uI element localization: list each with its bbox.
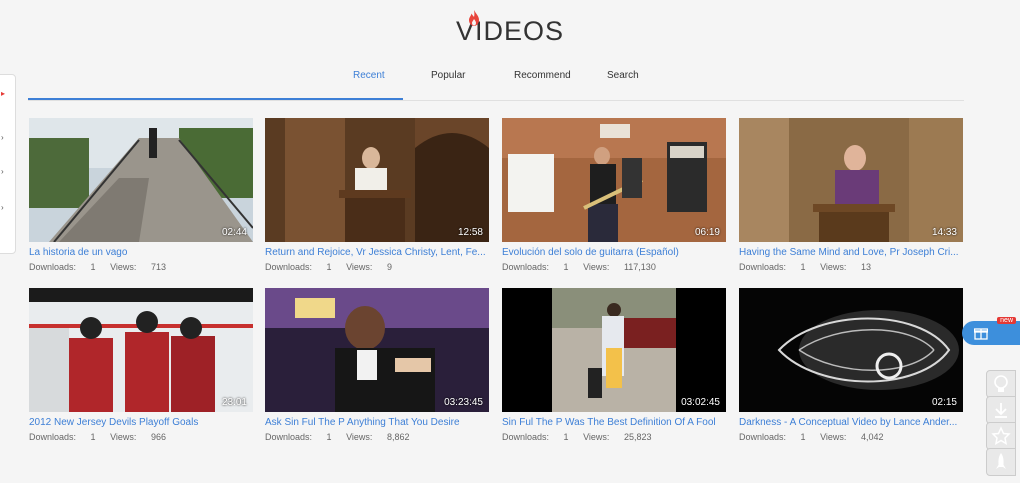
active-tab-indicator — [28, 98, 403, 100]
downloads-count: 1 — [90, 262, 96, 272]
video-stats: Downloads: 1 Views: 9 — [265, 262, 489, 272]
views-label: Views: — [110, 432, 137, 442]
video-duration: 02:44 — [221, 227, 247, 238]
video-title-link[interactable]: Darkness - A Conceptual Video by Lance A… — [739, 417, 963, 428]
views-count: 25,823 — [623, 432, 652, 442]
views-count: 4,042 — [860, 432, 884, 442]
views-label: Views: — [583, 262, 610, 272]
video-stats: Downloads: 1 Views: 25,823 — [502, 432, 726, 442]
downloads-count: 1 — [800, 262, 806, 272]
new-badge: new — [997, 317, 1016, 324]
downloads-label: Downloads: — [265, 262, 313, 272]
favorite-button[interactable] — [986, 422, 1016, 450]
views-label: Views: — [820, 262, 847, 272]
rocket-button[interactable] — [986, 448, 1016, 476]
star-icon — [991, 426, 1011, 445]
views-count: 117,130 — [623, 262, 656, 272]
video-duration: 14:33 — [931, 227, 957, 238]
downloads-count: 1 — [563, 432, 569, 442]
tab-search[interactable]: Search — [607, 70, 639, 81]
tab-recommend[interactable]: Recommend — [514, 70, 571, 81]
video-duration: 03:23:45 — [444, 397, 483, 408]
panel-marker-icon: › — [1, 203, 4, 212]
video-stats: Downloads: 1 Views: 8,862 — [265, 432, 489, 442]
video-stats: Downloads: 1 Views: 13 — [739, 262, 963, 272]
downloads-label: Downloads: — [502, 262, 550, 272]
video-card[interactable]: 03:23:45 Ask Sin Ful The P Anything That… — [265, 288, 489, 442]
downloads-label: Downloads: — [502, 432, 550, 442]
video-stats: Downloads: 1 Views: 4,042 — [739, 432, 963, 442]
gift-button[interactable]: new — [962, 317, 1020, 345]
download-button[interactable] — [986, 396, 1016, 424]
panel-marker-icon: ▸ — [1, 89, 6, 98]
video-title-link[interactable]: Ask Sin Ful The P Anything That You Desi… — [265, 417, 489, 428]
video-title-link[interactable]: Having the Same Mind and Love, Pr Joseph… — [739, 247, 963, 258]
views-label: Views: — [346, 262, 373, 272]
video-title-link[interactable]: 2012 New Jersey Devils Playoff Goals — [29, 417, 253, 428]
lightbulb-button[interactable] — [986, 370, 1016, 398]
video-thumbnail[interactable]: 06:19 — [502, 118, 726, 242]
video-duration: 06:19 — [694, 227, 720, 238]
video-duration: 12:58 — [457, 227, 483, 238]
download-icon — [995, 403, 1007, 418]
downloads-label: Downloads: — [739, 262, 787, 272]
downloads-count: 1 — [563, 262, 569, 272]
video-card[interactable]: 06:19 Evolución del solo de guitarra (Es… — [502, 118, 726, 272]
video-duration: 03:02:45 — [681, 397, 720, 408]
left-side-panel[interactable]: ▸ › › › — [0, 74, 16, 254]
video-title-link[interactable]: La historia de un vago — [29, 247, 253, 258]
downloads-count: 1 — [800, 432, 806, 442]
views-count: 8,862 — [386, 432, 410, 442]
lightbulb-icon — [994, 375, 1008, 392]
tab-bar: Recent Popular Recommend Search — [28, 60, 964, 101]
video-title-link[interactable]: Evolución del solo de guitarra (Español) — [502, 247, 726, 258]
video-thumbnail[interactable]: 23:01 — [29, 288, 253, 412]
panel-marker-icon: › — [1, 167, 4, 176]
video-thumbnail[interactable]: 02:44 — [29, 118, 253, 242]
video-card[interactable]: 03:02:45 Sin Ful The P Was The Best Defi… — [502, 288, 726, 442]
views-label: Views: — [583, 432, 610, 442]
views-label: Views: — [346, 432, 373, 442]
downloads-count: 1 — [326, 262, 332, 272]
panel-marker-icon: › — [1, 133, 4, 142]
video-thumbnail[interactable]: 02:15 — [739, 288, 963, 412]
downloads-label: Downloads: — [29, 262, 77, 272]
views-label: Views: — [110, 262, 137, 272]
video-card[interactable]: 02:15 Darkness - A Conceptual Video by L… — [739, 288, 963, 442]
page-title: VIDEOS — [0, 10, 1020, 47]
video-card[interactable]: 02:44 La historia de un vago Downloads: … — [29, 118, 253, 272]
video-thumbnail[interactable]: 14:33 — [739, 118, 963, 242]
gift-icon — [974, 328, 988, 340]
video-title-link[interactable]: Return and Rejoice, Vr Jessica Christy, … — [265, 247, 489, 258]
downloads-label: Downloads: — [265, 432, 313, 442]
video-stats: Downloads: 1 Views: 966 — [29, 432, 253, 442]
tab-recent[interactable]: Recent — [353, 70, 385, 81]
video-duration: 23:01 — [221, 397, 247, 408]
views-count: 13 — [860, 262, 871, 272]
views-label: Views: — [820, 432, 847, 442]
tab-popular[interactable]: Popular — [431, 70, 465, 81]
video-card[interactable]: 14:33 Having the Same Mind and Love, Pr … — [739, 118, 963, 272]
downloads-label: Downloads: — [739, 432, 787, 442]
video-stats: Downloads: 1 Views: 117,130 — [502, 262, 726, 272]
downloads-count: 1 — [90, 432, 96, 442]
video-title-link[interactable]: Sin Ful The P Was The Best Definition Of… — [502, 417, 726, 428]
rocket-icon — [996, 453, 1006, 469]
video-stats: Downloads: 1 Views: 713 — [29, 262, 253, 272]
video-thumbnail[interactable]: 12:58 — [265, 118, 489, 242]
flame-icon — [468, 10, 479, 26]
downloads-label: Downloads: — [29, 432, 77, 442]
video-duration: 02:15 — [931, 397, 957, 408]
video-card[interactable]: 12:58 Return and Rejoice, Vr Jessica Chr… — [265, 118, 489, 272]
views-count: 713 — [150, 262, 166, 272]
video-thumbnail[interactable]: 03:02:45 — [502, 288, 726, 412]
video-thumbnail[interactable]: 03:23:45 — [265, 288, 489, 412]
downloads-count: 1 — [326, 432, 332, 442]
views-count: 9 — [386, 262, 392, 272]
video-card[interactable]: 23:01 2012 New Jersey Devils Playoff Goa… — [29, 288, 253, 442]
views-count: 966 — [150, 432, 166, 442]
